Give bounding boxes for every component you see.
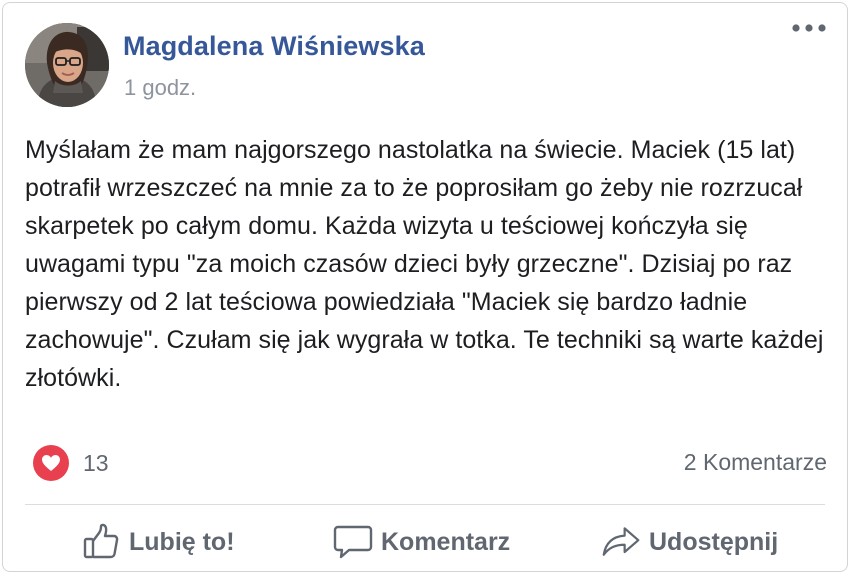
post-text: Myślałam że mam najgorszego nastolatka n…	[25, 136, 824, 392]
heart-icon	[33, 445, 69, 481]
like-label: Lubię to!	[129, 527, 235, 556]
post-timestamp[interactable]: 1 godz.	[124, 75, 196, 101]
comment-label: Komentarz	[381, 527, 511, 556]
reactions-summary[interactable]: 13	[33, 445, 109, 481]
divider	[25, 504, 825, 505]
more-options-icon[interactable]	[789, 17, 829, 41]
comments-count[interactable]: 2 Komentarze	[684, 449, 827, 476]
comment-icon	[333, 522, 373, 562]
share-button[interactable]: Udostępnij	[601, 513, 778, 571]
reaction-count: 13	[83, 449, 109, 476]
comment-button[interactable]: Komentarz	[333, 513, 510, 571]
like-button[interactable]: Lubię to!	[81, 513, 235, 571]
share-icon	[601, 522, 641, 562]
author-name[interactable]: Magdalena Wiśniewska	[123, 31, 425, 62]
action-bar: Lubię to! Komentarz Udostępnij	[3, 513, 847, 571]
post-card: Magdalena Wiśniewska 1 godz. Myślałam że…	[2, 2, 848, 572]
thumbs-up-icon	[81, 522, 121, 562]
avatar[interactable]	[25, 23, 109, 107]
share-label: Udostępnij	[649, 527, 779, 556]
